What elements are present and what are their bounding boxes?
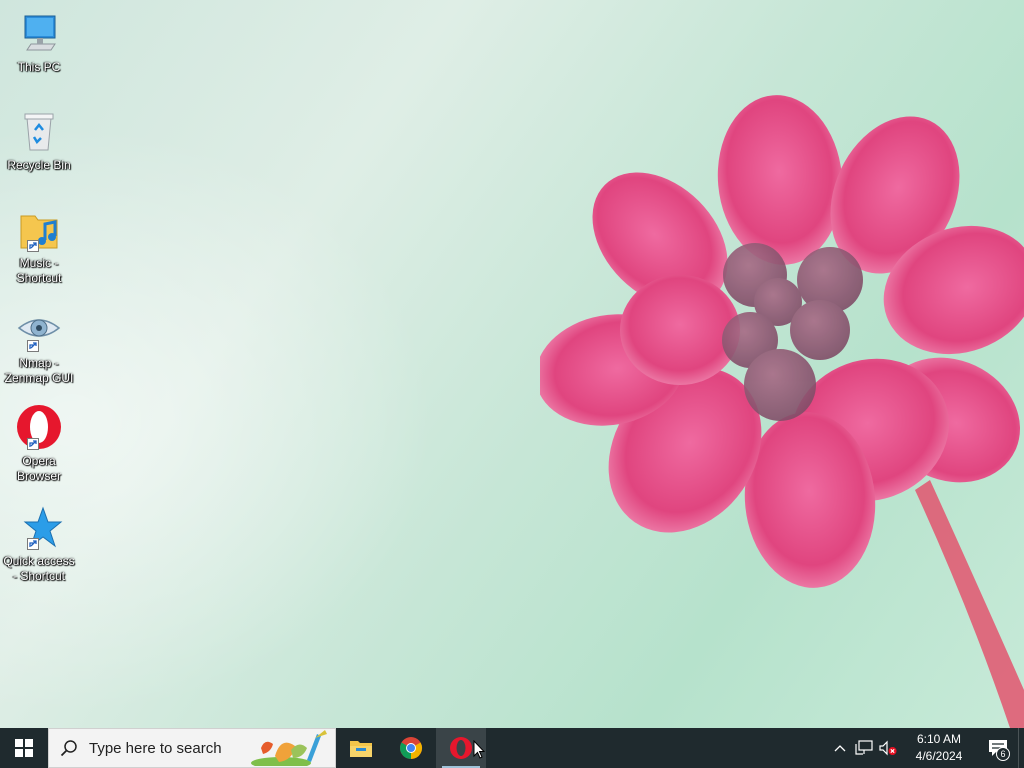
clock[interactable]: 6:10 AM 4/6/2024 xyxy=(900,731,978,765)
desktop-icon-label: Opera Browser xyxy=(16,454,61,483)
desktop-icon-label: Recycle Bin xyxy=(7,158,71,172)
shortcut-arrow-icon xyxy=(27,438,39,450)
music-folder-icon xyxy=(15,206,63,254)
search-box[interactable]: Type here to search xyxy=(48,728,336,768)
clock-date: 4/6/2024 xyxy=(915,749,963,763)
chrome-icon xyxy=(400,737,422,759)
mouse-cursor-icon xyxy=(473,740,485,759)
desktop-icon-quick-access[interactable]: Quick access - Shortcut xyxy=(2,504,76,584)
taskbar-app-chrome[interactable] xyxy=(386,728,436,768)
shortcut-arrow-icon xyxy=(27,240,39,252)
recycle-bin-icon xyxy=(15,108,63,156)
desktop: This PC Recycle Bin Music - Shortcut Nma… xyxy=(0,0,1024,728)
opera-icon xyxy=(15,404,63,452)
show-hidden-icons-chevron-up-icon[interactable] xyxy=(828,728,852,768)
wallpaper-flower xyxy=(540,95,1024,728)
desktop-icon-recycle-bin[interactable]: Recycle Bin xyxy=(2,108,76,173)
start-button[interactable] xyxy=(0,728,48,768)
taskbar-app-file-explorer[interactable] xyxy=(336,728,386,768)
nmap-eye-icon xyxy=(15,306,63,354)
network-icon[interactable] xyxy=(852,728,876,768)
volume-muted-icon[interactable] xyxy=(876,728,900,768)
desktop-icon-label: Quick access - Shortcut xyxy=(3,554,75,583)
windows-logo-icon xyxy=(15,739,33,757)
desktop-icon-label: Music - Shortcut xyxy=(16,256,62,285)
shortcut-arrow-icon xyxy=(27,340,39,352)
desktop-icon-opera-browser[interactable]: Opera Browser xyxy=(2,404,76,484)
search-icon xyxy=(49,739,89,757)
system-tray: 6:10 AM 4/6/2024 6 xyxy=(828,728,1024,768)
taskbar: Type here to search 6:10 AM 4/6/2024 6 xyxy=(0,728,1024,768)
file-explorer-icon xyxy=(350,741,372,757)
opera-icon xyxy=(450,737,472,759)
search-highlight-illustration-icon[interactable] xyxy=(251,730,333,766)
desktop-icon-this-pc[interactable]: This PC xyxy=(2,10,76,75)
clock-time: 6:10 AM xyxy=(916,732,962,746)
action-center-button[interactable]: 6 xyxy=(978,728,1018,768)
desktop-icon-label: Nmap - Zenmap GUI xyxy=(4,356,74,385)
desktop-icon-nmap-zenmap[interactable]: Nmap - Zenmap GUI xyxy=(2,306,76,386)
search-placeholder: Type here to search xyxy=(89,739,222,757)
shortcut-arrow-icon xyxy=(27,538,39,550)
show-desktop-button[interactable] xyxy=(1018,728,1024,768)
star-icon xyxy=(15,504,63,552)
computer-icon xyxy=(15,10,63,58)
desktop-icon-label: This PC xyxy=(17,60,61,74)
notification-count-badge: 6 xyxy=(996,747,1010,761)
desktop-icon-music-shortcut[interactable]: Music - Shortcut xyxy=(2,206,76,286)
